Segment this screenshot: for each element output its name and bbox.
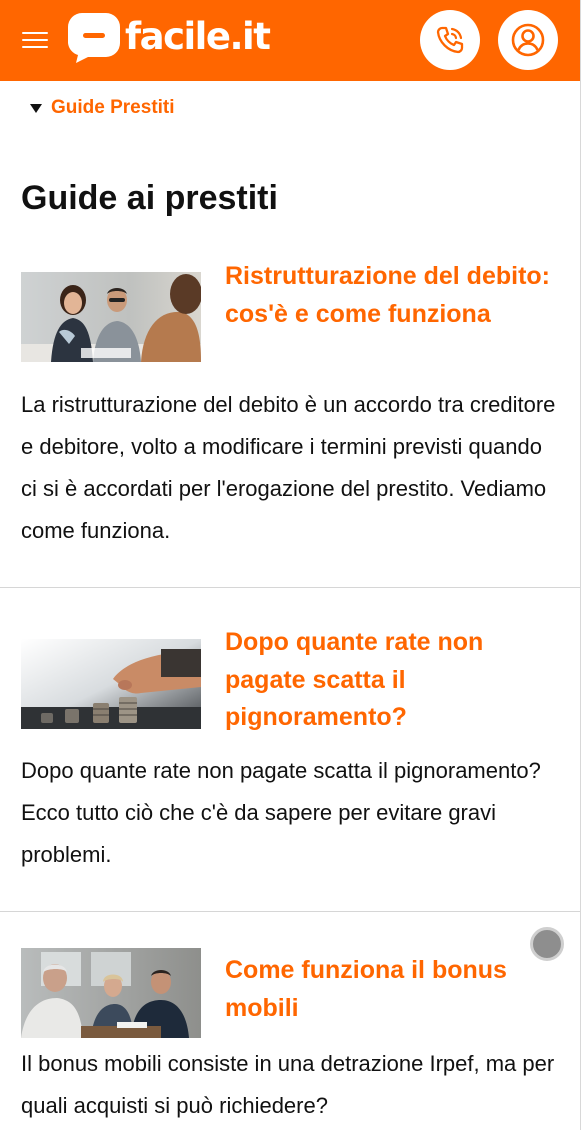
user-account-icon [511,23,545,57]
article-image-family-consultation [21,948,201,1038]
hamburger-menu-icon[interactable] [22,30,48,50]
facile-logo[interactable]: facile.it [66,10,271,64]
article-description: La ristrutturazione del debito è un acco… [21,392,556,543]
site-header: facile.it [0,0,580,81]
triangle-down-icon [30,103,42,113]
brand-name: facile.it [125,14,271,58]
scroll-to-top-indicator[interactable] [530,927,564,961]
article-image-coin-stacks [21,639,201,729]
article-description: Il bonus mobili consiste in una detrazio… [21,1051,555,1118]
article-card: Ristrutturazione del debito: cos'è e com… [0,262,580,588]
article-card: Come funziona il bonus mobili Il bonus m… [0,946,580,1130]
article-thumbnail[interactable] [21,948,201,1038]
page: facile.it Guide Prestiti Guide ai presti… [0,0,581,1130]
logo-speech-bubble-icon [68,13,120,63]
article-thumbnail[interactable] [21,639,201,729]
call-button[interactable] [420,10,480,70]
article-title[interactable]: Dopo quante rate non pagate scatta il pi… [225,624,555,737]
account-button[interactable] [498,10,558,70]
page-title: Guide ai prestiti [21,179,278,217]
article-description: Dopo quante rate non pagate scatta il pi… [21,758,541,867]
breadcrumb-label[interactable]: Guide Prestiti [51,97,175,119]
breadcrumb[interactable]: Guide Prestiti [30,97,175,119]
article-image-couple-meeting [21,272,201,362]
article-title[interactable]: Ristrutturazione del debito: cos'è e com… [225,258,555,333]
phone-icon [436,26,464,54]
article-thumbnail[interactable] [21,272,201,362]
article-card: Dopo quante rate non pagate scatta il pi… [0,628,580,912]
article-title[interactable]: Come funziona il bonus mobili [225,952,555,1027]
